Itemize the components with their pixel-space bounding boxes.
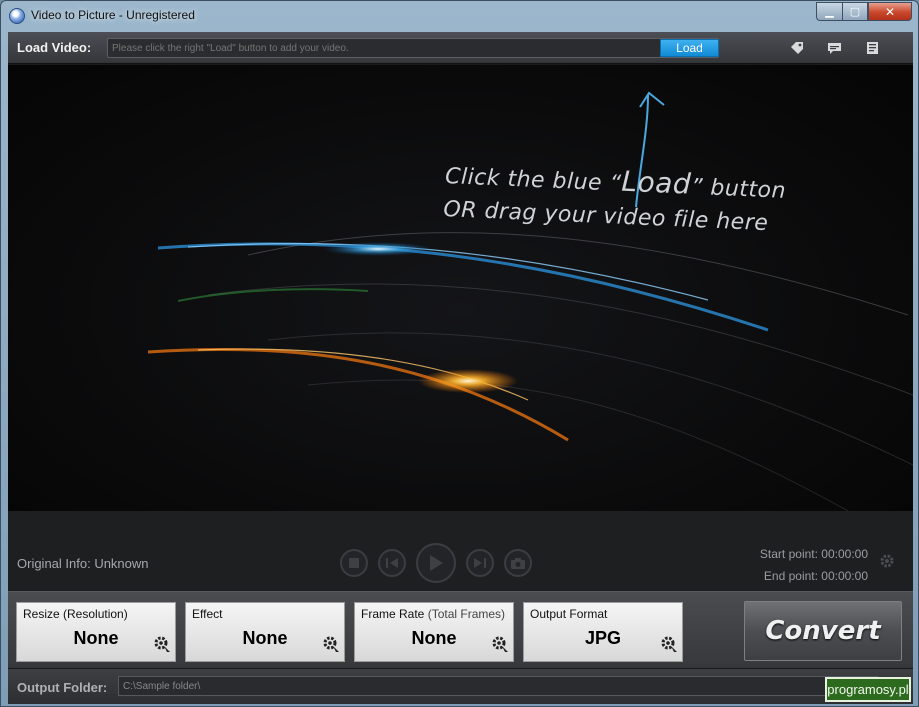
frame-rate-gear-icon[interactable] xyxy=(491,635,509,658)
resize-value: None xyxy=(73,628,119,648)
load-video-label: Load Video: xyxy=(17,40,92,55)
load-video-bar: Load Video: Load xyxy=(8,32,913,64)
app-icon xyxy=(9,8,25,24)
document-icon[interactable] xyxy=(864,40,880,56)
convert-label: Convert xyxy=(765,616,881,646)
frame-rate-sublabel: (Total Frames) xyxy=(427,607,506,621)
snapshot-button[interactable] xyxy=(504,549,532,577)
window-title: Video to Picture - Unregistered xyxy=(31,8,195,22)
skip-back-icon xyxy=(386,558,398,568)
output-format-label: Output Format xyxy=(530,607,608,621)
output-folder-bar: Output Folder: xyxy=(8,668,913,704)
play-button[interactable] xyxy=(416,543,456,583)
output-format-card[interactable]: Output Format JPG xyxy=(523,602,683,662)
light-streaks-graphic xyxy=(147,91,913,511)
effect-value: None xyxy=(242,628,288,648)
skip-forward-icon xyxy=(474,558,486,568)
player-buttons xyxy=(340,543,532,583)
play-icon xyxy=(430,555,443,571)
convert-button[interactable]: Convert xyxy=(744,601,902,661)
app-window: Video to Picture - Unregistered ▁ ▢ ✕ Lo… xyxy=(0,0,919,707)
stop-button[interactable] xyxy=(340,549,368,577)
watermark-badge: programosy.pl xyxy=(825,677,911,702)
load-button[interactable]: Load xyxy=(660,39,719,57)
output-folder-label: Output Folder: xyxy=(17,680,108,695)
effect-card[interactable]: Effect None xyxy=(185,602,345,662)
end-point: End point: 00:00:00 xyxy=(763,569,868,583)
client-area: Load Video: Load xyxy=(8,32,913,704)
output-folder-input[interactable] xyxy=(118,676,878,696)
resize-label: Resize (Resolution) xyxy=(23,607,128,621)
trim-settings-gear-icon[interactable] xyxy=(879,553,895,574)
frame-rate-label-text: Frame Rate xyxy=(361,607,425,621)
next-button[interactable] xyxy=(466,549,494,577)
stop-icon xyxy=(349,558,359,568)
trim-points: Start point: 00:00:00 End point: 00:00:0… xyxy=(760,543,868,587)
minimize-button[interactable]: ▁ xyxy=(816,2,842,21)
title-bar[interactable]: Video to Picture - Unregistered ▁ ▢ ✕ xyxy=(1,1,918,31)
settings-strip: Resize (Resolution) None Effect None Fra… xyxy=(8,591,913,668)
frame-rate-label: Frame Rate (Total Frames) xyxy=(361,607,505,621)
hint-text: ” button xyxy=(690,174,787,204)
maximize-button[interactable]: ▢ xyxy=(842,2,868,21)
frame-rate-card[interactable]: Frame Rate (Total Frames) None xyxy=(354,602,514,662)
camera-icon xyxy=(511,557,525,569)
tag-icon[interactable] xyxy=(789,40,805,56)
hint-load-word: Load xyxy=(620,164,692,201)
video-drop-area[interactable]: Click the blue “Load” button OR drag you… xyxy=(8,65,913,511)
video-path-input[interactable] xyxy=(107,38,719,58)
effect-label: Effect xyxy=(192,607,223,621)
chat-icon[interactable] xyxy=(826,40,842,56)
previous-button[interactable] xyxy=(378,549,406,577)
original-info: Original Info: Unknown xyxy=(17,556,149,571)
playback-controls-bar: Original Info: Unknown Start point: 00:0… xyxy=(8,511,913,591)
output-format-gear-icon[interactable] xyxy=(660,635,678,658)
window-controls: ▁ ▢ ✕ xyxy=(816,2,912,21)
start-point: Start point: 00:00:00 xyxy=(759,547,868,561)
effect-gear-icon[interactable] xyxy=(322,635,340,658)
output-format-value: JPG xyxy=(584,628,622,648)
resize-card[interactable]: Resize (Resolution) None xyxy=(16,602,176,662)
resize-gear-icon[interactable] xyxy=(153,635,171,658)
frame-rate-value: None xyxy=(411,628,457,648)
close-button[interactable]: ✕ xyxy=(868,2,912,21)
